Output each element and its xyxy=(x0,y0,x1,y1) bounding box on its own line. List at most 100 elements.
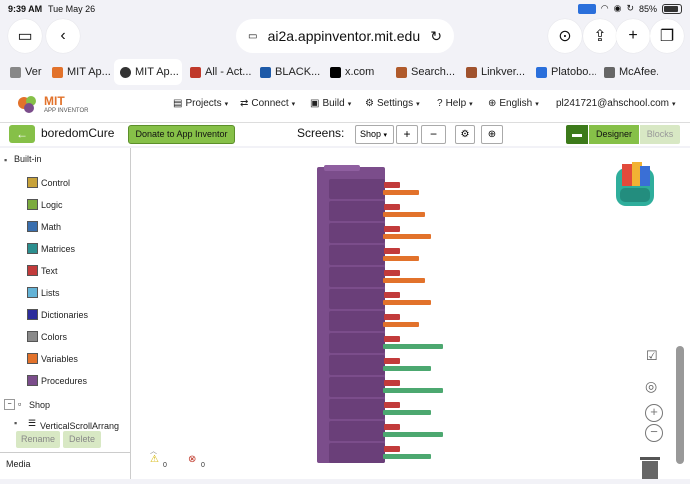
tab-overview-icon[interactable]: ❐ xyxy=(650,19,684,53)
get-block[interactable] xyxy=(383,300,431,305)
call-block[interactable] xyxy=(329,311,385,331)
browser-tab[interactable]: MIT Ap... xyxy=(46,59,112,85)
trash-icon[interactable] xyxy=(638,457,662,479)
call-block[interactable] xyxy=(329,201,385,221)
text-block[interactable] xyxy=(384,314,400,320)
call-block[interactable] xyxy=(329,377,385,397)
call-block[interactable] xyxy=(329,443,385,463)
collapse-child-icon[interactable]: ▪ xyxy=(14,418,17,428)
browser-tab[interactable]: BLACK... xyxy=(254,59,322,85)
shop-tree-item[interactable]: Shop xyxy=(29,400,50,410)
palette-item-colors[interactable]: Colors xyxy=(27,331,67,342)
call-block[interactable] xyxy=(329,289,385,309)
menu-help[interactable]: ? Help ▾ xyxy=(437,98,473,109)
back-to-projects-button[interactable]: ← xyxy=(9,125,35,143)
palette-item-math[interactable]: Math xyxy=(27,221,61,232)
component-block[interactable] xyxy=(383,344,443,349)
blocks-button[interactable]: Blocks xyxy=(640,125,680,144)
back-button[interactable]: ‹ xyxy=(46,19,80,53)
call-block[interactable] xyxy=(329,399,385,419)
browser-tab[interactable]: All - Act... xyxy=(184,59,252,85)
add-screen-button[interactable]: + xyxy=(396,125,418,144)
warnings-collapse-icon[interactable]: ︿ xyxy=(150,446,157,456)
menu-build[interactable]: ▣ Build ▾ xyxy=(310,98,351,109)
vertical-scroll-arrangement-item[interactable]: VerticalScrollArrang xyxy=(40,421,130,431)
palette-item-lists[interactable]: Lists xyxy=(27,287,60,298)
text-block[interactable] xyxy=(384,270,400,276)
menu-settings[interactable]: ⚙ Settings ▾ xyxy=(365,98,420,109)
reload-icon[interactable]: ↻ xyxy=(430,28,442,45)
text-block[interactable] xyxy=(384,424,400,430)
call-block[interactable] xyxy=(329,179,385,199)
get-block[interactable] xyxy=(383,278,425,283)
vertical-scrollbar[interactable] xyxy=(676,346,684,464)
component-block[interactable] xyxy=(383,410,431,415)
browser-tab[interactable]: x.com xyxy=(324,59,388,85)
downloads-icon[interactable]: ⊙ xyxy=(548,19,582,53)
new-tab-button[interactable]: + xyxy=(616,19,650,53)
call-block[interactable] xyxy=(329,245,385,265)
address-bar[interactable]: ▭ ai2a.appinventor.mit.edu ↻ xyxy=(236,19,454,53)
blocks-workspace[interactable]: ☑ ◎ + − ⚠ 0 ⊗ 0 ︿ xyxy=(131,148,690,479)
palette-item-variables[interactable]: Variables xyxy=(27,353,78,364)
designer-phone-icon[interactable]: ▬ xyxy=(566,125,588,144)
component-block[interactable] xyxy=(383,388,443,393)
recenter-icon[interactable]: ◎ xyxy=(645,378,663,396)
component-block[interactable] xyxy=(383,366,431,371)
palette-item-matrices[interactable]: Matrices xyxy=(27,243,75,254)
menu-connect[interactable]: ⇄ Connect ▾ xyxy=(240,98,295,109)
page-menu-icon[interactable]: ▭ xyxy=(248,31,257,42)
palette-item-text[interactable]: Text xyxy=(27,265,58,276)
call-block[interactable] xyxy=(329,333,385,353)
remove-screen-button[interactable]: − xyxy=(421,125,446,144)
text-block[interactable] xyxy=(384,402,400,408)
account-menu[interactable]: pl241721@ahschool.com ▾ xyxy=(556,98,676,109)
zoom-in-icon[interactable]: + xyxy=(645,404,663,422)
designer-button[interactable]: Designer xyxy=(589,125,639,144)
browser-tab[interactable]: McAfee... xyxy=(598,59,658,85)
text-block[interactable] xyxy=(384,380,400,386)
call-block[interactable] xyxy=(329,421,385,441)
call-block[interactable] xyxy=(329,223,385,243)
collapse-builtin-icon[interactable]: ▪ xyxy=(4,155,7,165)
text-block[interactable] xyxy=(384,336,400,342)
component-block[interactable] xyxy=(383,454,431,459)
text-block[interactable] xyxy=(384,446,400,452)
get-block[interactable] xyxy=(383,212,425,217)
text-block[interactable] xyxy=(384,248,400,254)
text-block[interactable] xyxy=(384,182,400,188)
browser-tab[interactable]: Platobo... xyxy=(530,59,596,85)
palette-item-logic[interactable]: Logic xyxy=(27,199,63,210)
browser-tab[interactable]: Linkver... xyxy=(460,59,528,85)
text-block[interactable] xyxy=(384,358,400,364)
component-block[interactable] xyxy=(383,432,443,437)
get-block[interactable] xyxy=(383,322,419,327)
call-block[interactable] xyxy=(329,267,385,287)
text-block[interactable] xyxy=(384,292,400,298)
menu-language[interactable]: ⊕ English ▾ xyxy=(488,98,539,109)
workspace-clean-icon[interactable]: ☑ xyxy=(646,348,662,364)
menu-projects[interactable]: ▤ Projects ▾ xyxy=(173,98,228,109)
rename-button[interactable]: Rename xyxy=(16,431,60,448)
browser-tab[interactable]: Ver xyxy=(4,59,44,85)
project-properties-icon[interactable]: ⚙ xyxy=(455,125,475,144)
palette-item-procedures[interactable]: Procedures xyxy=(27,375,87,386)
procedure-header[interactable] xyxy=(324,165,360,171)
browser-tab[interactable]: MIT Ap... xyxy=(114,59,182,85)
zoom-out-icon[interactable]: − xyxy=(645,424,663,442)
get-block[interactable] xyxy=(383,190,419,195)
browser-tab[interactable]: Search... xyxy=(390,59,458,85)
palette-item-control[interactable]: Control xyxy=(27,177,70,188)
palette-item-dictionaries[interactable]: Dictionaries xyxy=(27,309,88,320)
get-block[interactable] xyxy=(383,256,419,261)
sidebar-toggle-icon[interactable]: ▭ xyxy=(8,19,42,53)
backpack-icon[interactable] xyxy=(608,162,662,212)
text-block[interactable] xyxy=(384,204,400,210)
error-icon[interactable]: ⊗ xyxy=(188,454,196,465)
get-block[interactable] xyxy=(383,234,431,239)
collapse-shop-icon[interactable]: − xyxy=(4,399,15,410)
share-icon[interactable]: ⇪ xyxy=(583,19,617,53)
delete-button[interactable]: Delete xyxy=(63,431,101,448)
globe-icon[interactable]: ⊕ xyxy=(481,125,503,144)
text-block[interactable] xyxy=(384,226,400,232)
